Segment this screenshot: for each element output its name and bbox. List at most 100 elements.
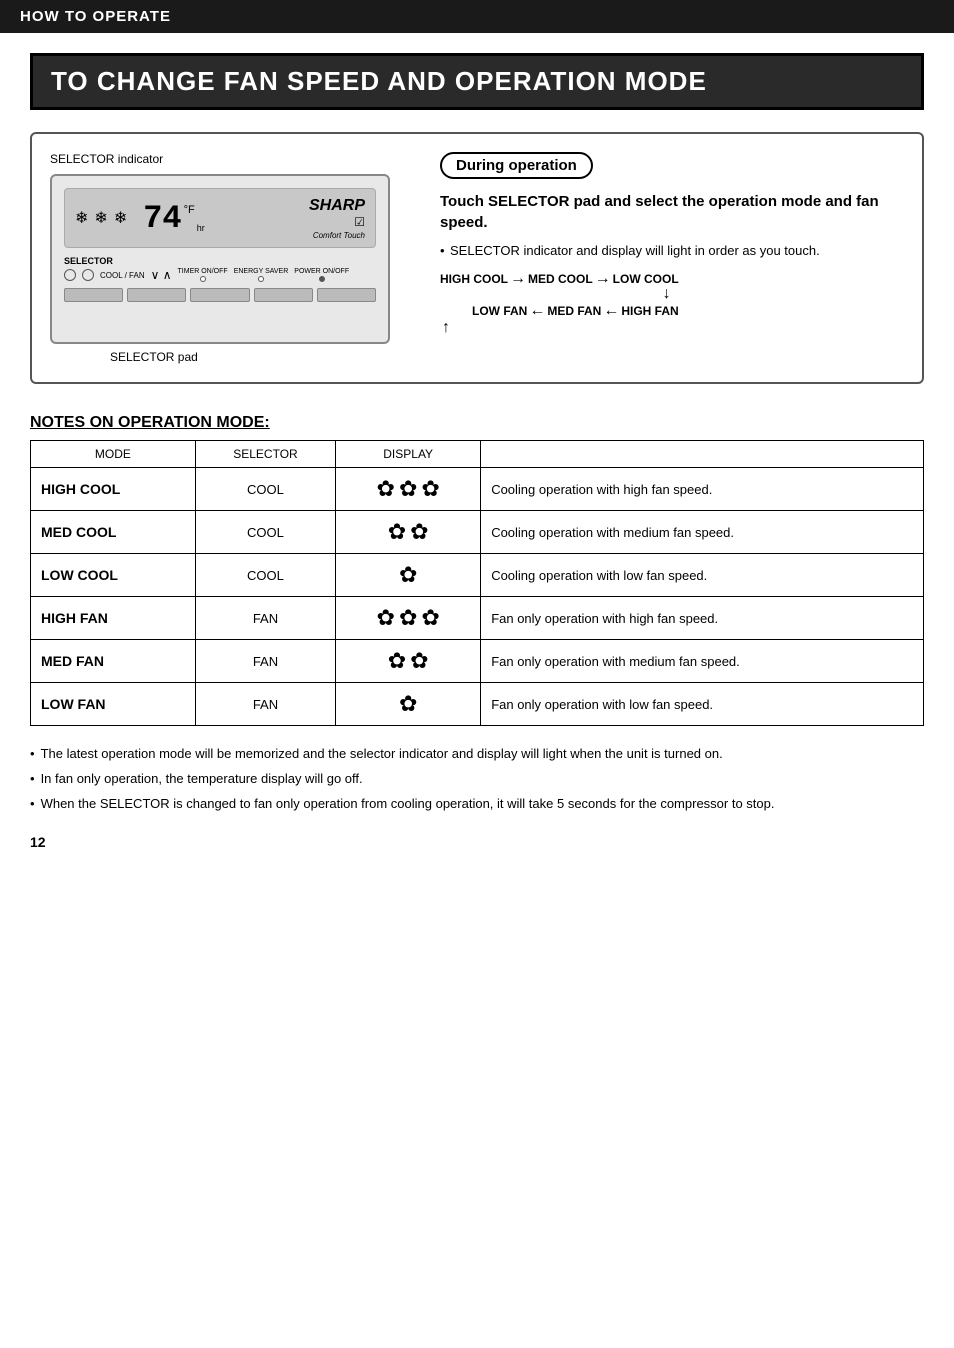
table-row: HIGH FAN FAN ✿✿✿ Fan only operation with… [31,597,924,640]
instruction-box: SELECTOR indicator ❄ ❄ ❄ 74 °F hr [30,132,924,384]
selector-cell: FAN [195,683,335,726]
flow-diagram: HIGH COOL → MED COOL → LOW COOL ↓ LOW FA… [440,270,904,336]
fan-icon: ✿ [399,476,417,502]
flow-low-cool: LOW COOL [613,272,679,286]
flow-high-fan: HIGH FAN [621,304,678,318]
flow-med-fan: MED FAN [547,304,601,318]
selector-cell: COOL [195,511,335,554]
table-row: LOW COOL COOL ✿ Cooling operation with l… [31,554,924,597]
ac-btn-2 [127,288,186,302]
footer-bullets: •The latest operation mode will be memor… [30,744,924,814]
table-row: HIGH COOL COOL ✿✿✿ Cooling operation wit… [31,468,924,511]
energy-dot [258,276,264,282]
description-cell: Fan only operation with medium fan speed… [481,640,924,683]
snowflake-icon-2: ❄ [94,208,107,228]
mode-cell: HIGH FAN [31,597,196,640]
flow-arrow-right-2: → [595,270,611,288]
ac-btn-4 [254,288,313,302]
ac-brand-area: SHARP ☑ Comfort Touch [309,197,365,240]
power-dot [319,276,325,282]
temperature-display: 74 °F hr [143,200,205,237]
flow-down-arrow: ↓ [440,286,679,302]
power-group: POWER ON/OFF [294,268,349,282]
flow-arrow-right-1: → [510,270,526,288]
during-operation-badge: During operation [440,152,593,179]
flow-low-fan: LOW FAN [472,304,527,318]
selector-cell: FAN [195,640,335,683]
header-bar: HOW TO OPERATE [0,0,954,33]
display-cell: ✿ [336,683,481,726]
fan-icon: ✿ [388,648,406,674]
flow-bottom-row: LOW FAN ← MED FAN ← HIGH FAN [440,302,679,320]
timer-group: TIMER ON/OFF [178,268,228,282]
fan-icon: ✿ [399,691,417,717]
description-cell: Fan only operation with low fan speed. [481,683,924,726]
display-cell: ✿✿ [336,640,481,683]
table-row: LOW FAN FAN ✿ Fan only operation with lo… [31,683,924,726]
ac-unit: °F [184,204,195,216]
selector-indicator-label: SELECTOR indicator [50,152,163,166]
notes-section: NOTES ON OPERATION MODE: MODE SELECTOR D… [30,414,924,814]
notes-title: NOTES ON OPERATION MODE: [30,414,924,432]
page-content: TO CHANGE FAN SPEED AND OPERATION MODE S… [0,53,954,880]
table-row: MED FAN FAN ✿✿ Fan only operation with m… [31,640,924,683]
display-cell: ✿✿✿ [336,597,481,640]
fan-icon: ✿ [399,562,417,588]
energy-group: ENERGY SAVER [234,268,289,282]
selector-text: SELECTOR [64,256,113,266]
timer-dot [200,276,206,282]
footer-bullet-item: •In fan only operation, the temperature … [30,769,924,790]
page-number: 12 [30,834,924,850]
selector-cell: FAN [195,597,335,640]
bullet-text: In fan only operation, the temperature d… [41,769,363,790]
display-cell: ✿✿✿ [336,468,481,511]
ac-btn-3 [190,288,249,302]
display-cell: ✿✿ [336,511,481,554]
ac-comfort: Comfort Touch [313,231,365,240]
selector-pad-label: SELECTOR pad [110,350,420,364]
display-cell: ✿ [336,554,481,597]
device-image: ❄ ❄ ❄ 74 °F hr SHARP ☑ Comfort Touch [50,174,390,344]
selector-cell: COOL [195,468,335,511]
description-cell: Cooling operation with medium fan speed. [481,511,924,554]
description-cell: Fan only operation with high fan speed. [481,597,924,640]
cool-fan-label: COOL / FAN [100,271,145,280]
temp-arrows: ∨ ∧ [151,268,172,282]
ops-table: MODE SELECTOR DISPLAY HIGH COOL COOL ✿✿✿… [30,440,924,726]
description-cell: Cooling operation with low fan speed. [481,554,924,597]
ac-display: ❄ ❄ ❄ 74 °F hr SHARP ☑ Comfort Touch [64,188,376,248]
selector-row: SELECTOR [64,256,376,266]
col-display: DISPLAY [336,441,481,468]
instruction-bullet: SELECTOR indicator and display will ligh… [440,243,904,258]
snowflake-icon-3: ❄ [114,208,127,228]
bullet-dot: • [30,744,35,765]
flow-med-cool: MED COOL [528,272,593,286]
main-title: TO CHANGE FAN SPEED AND OPERATION MODE [51,66,903,97]
instruction-panel: During operation Touch SELECTOR pad and … [440,152,904,364]
col-selector: SELECTOR [195,441,335,468]
fan-icon: ✿ [388,519,406,545]
power-label: POWER ON/OFF [294,268,349,275]
instruction-heading: Touch SELECTOR pad and select the operat… [440,191,904,233]
fan-icon: ✿ [377,476,395,502]
checkmark-icon: ☑ [354,215,365,229]
mode-flow: HIGH COOL → MED COOL → LOW COOL ↓ LOW FA… [440,270,679,336]
energy-label: ENERGY SAVER [234,268,289,275]
snowflake-icon-1: ❄ [75,208,88,228]
ac-btn-5 [317,288,376,302]
fan-icon: ✿ [410,648,428,674]
fan-icon: ✿ [399,605,417,631]
footer-bullet-item: •The latest operation mode will be memor… [30,744,924,765]
ac-buttons-row [64,288,376,302]
cool-fan-circle-2 [82,269,94,281]
ac-temperature: 74 [143,200,181,237]
flow-up-arrow: ↑ [440,320,679,336]
ac-icons-left: ❄ ❄ ❄ [75,208,127,228]
device-panel: SELECTOR indicator ❄ ❄ ❄ 74 °F hr [50,152,420,364]
mode-cell: LOW COOL [31,554,196,597]
fan-icon: ✿ [421,605,439,631]
bullet-dot: • [30,794,35,815]
col-mode: MODE [31,441,196,468]
table-header-row: MODE SELECTOR DISPLAY [31,441,924,468]
mode-cell: HIGH COOL [31,468,196,511]
